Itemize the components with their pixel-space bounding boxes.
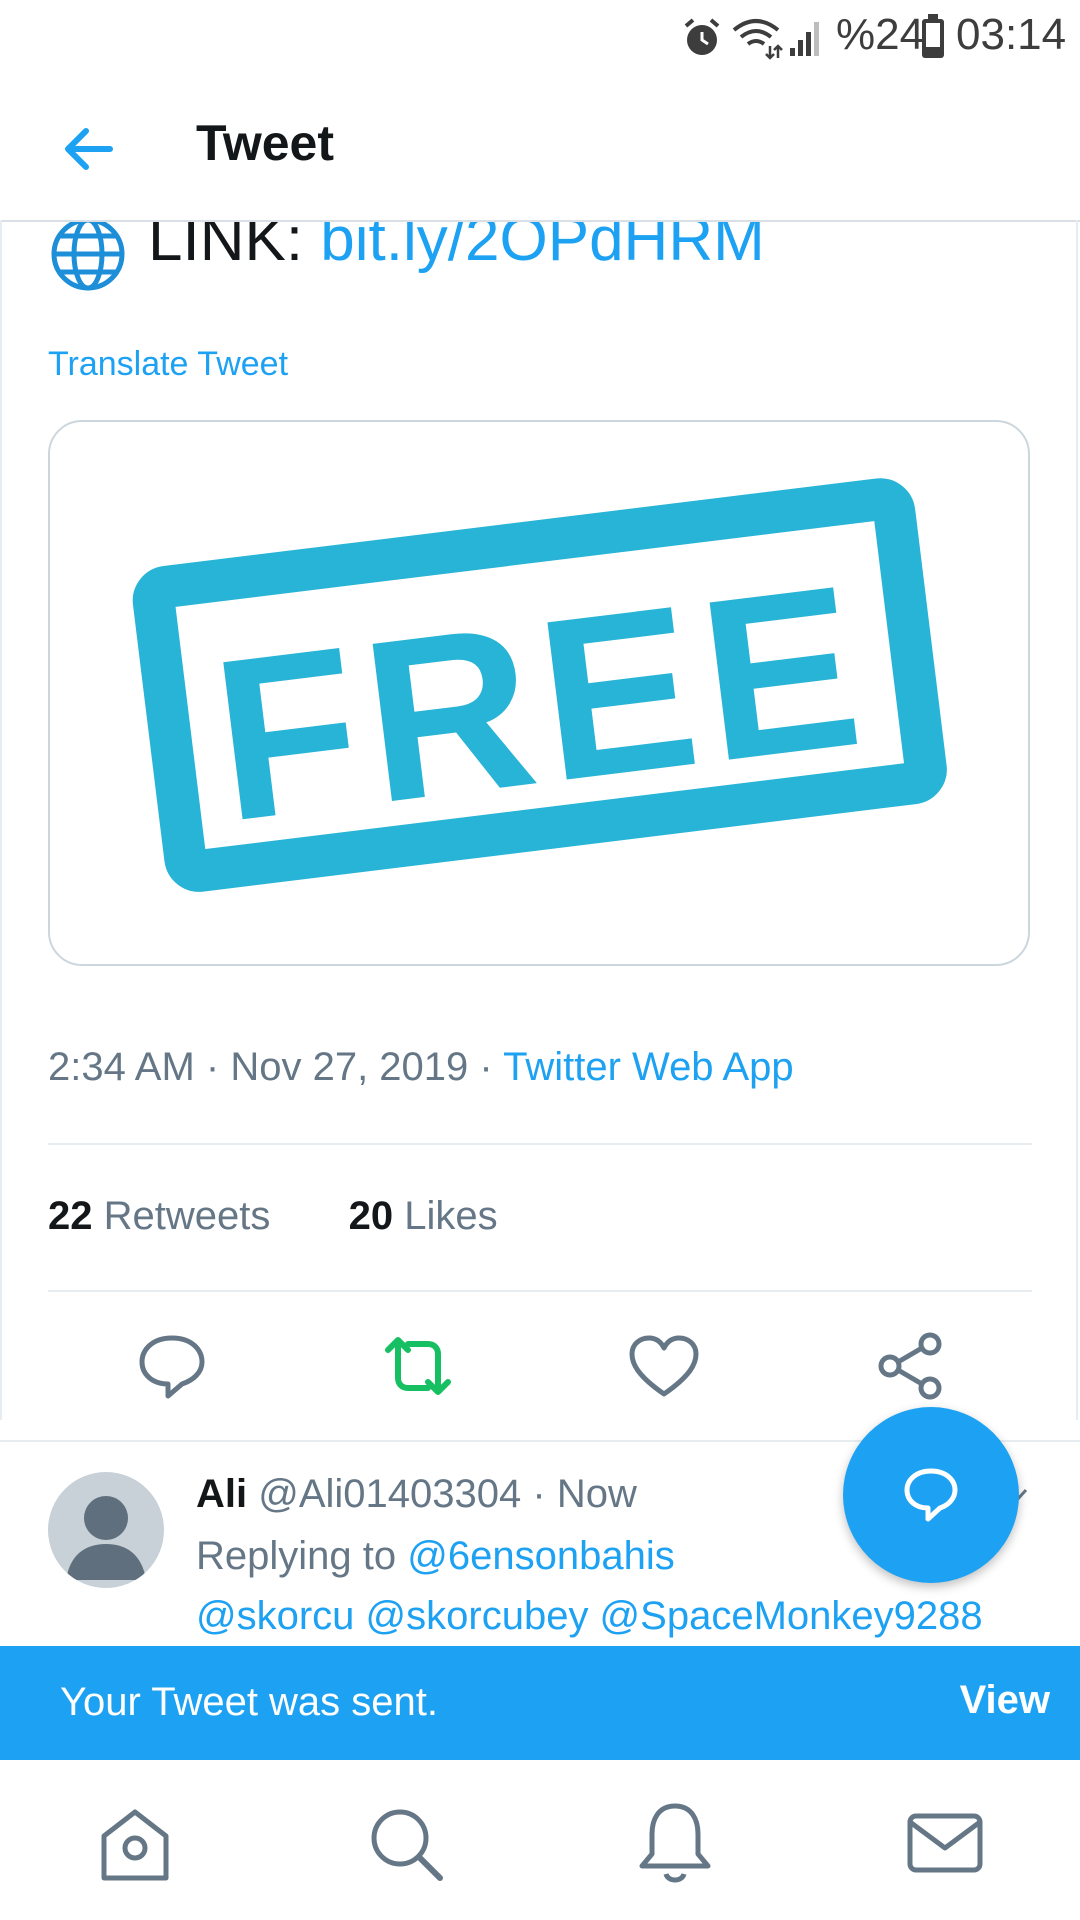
messages-envelope-icon[interactable] — [900, 1798, 990, 1888]
tweet-stats: 22 Retweets 20 Likes — [48, 1194, 498, 1239]
translate-tweet-link[interactable]: Translate Tweet — [48, 345, 288, 384]
retweets-label: Retweets — [103, 1194, 271, 1238]
search-icon[interactable] — [360, 1798, 450, 1888]
reply-author-name: Ali — [196, 1472, 248, 1516]
retweets-count: 22 — [48, 1194, 93, 1238]
reply-icon[interactable] — [132, 1330, 212, 1402]
tweet-time: 2:34 AM — [48, 1045, 195, 1089]
retweets-stat[interactable]: 22 Retweets — [48, 1194, 282, 1238]
globe-icon — [51, 222, 125, 291]
battery-icon — [922, 14, 944, 58]
link-prefix: LINK: — [148, 222, 304, 274]
like-heart-icon[interactable] — [624, 1330, 704, 1402]
retweet-icon[interactable] — [378, 1330, 458, 1402]
meta-separator: · — [532, 1472, 557, 1516]
meta-separator: · — [479, 1045, 504, 1089]
tweet-source-link[interactable]: Twitter Web App — [503, 1045, 794, 1089]
replying-to-handle[interactable]: @6ensonbahis — [407, 1534, 674, 1578]
likes-label: Likes — [404, 1194, 498, 1238]
signal-icon — [790, 22, 819, 56]
notifications-bell-icon[interactable] — [630, 1798, 720, 1888]
reply-time: Now — [556, 1472, 637, 1516]
clock: 03:14 — [956, 10, 1067, 59]
compose-reply-button[interactable] — [843, 1407, 1019, 1583]
tweet-meta: 2:34 AM · Nov 27, 2019 · Twitter Web App — [48, 1045, 794, 1090]
reply-author-handle: @Ali01403304 — [258, 1472, 522, 1516]
reply-mentions[interactable]: @skorcu @skorcubey @SpaceMonkey9288 — [196, 1594, 983, 1639]
divider — [48, 1290, 1032, 1292]
back-arrow-icon[interactable] — [60, 121, 116, 177]
divider — [48, 1143, 1032, 1145]
reply-bubble-icon — [904, 1468, 958, 1522]
likes-count: 20 — [348, 1194, 394, 1238]
alarm-icon — [684, 18, 720, 55]
reply-header: Ali @Ali01403304 · Now — [196, 1472, 637, 1517]
wifi-icon — [732, 19, 783, 60]
tweet-link[interactable]: bit.ly/2OPdHRM — [320, 222, 764, 274]
default-avatar-icon — [66, 1496, 146, 1580]
bottom-navigation — [0, 1760, 1080, 1920]
share-icon[interactable] — [870, 1330, 950, 1402]
toast-message: Your Tweet was sent. — [60, 1680, 439, 1724]
home-icon[interactable] — [90, 1798, 180, 1888]
battery-percent: %24 — [836, 10, 925, 59]
tweet-text-clip: LINK: bit.ly/2OPdHRM — [0, 222, 1080, 312]
replying-to-line: Replying to @6ensonbahis — [196, 1534, 675, 1579]
replying-to-label: Replying to — [196, 1534, 397, 1578]
page-title: Tweet — [196, 115, 334, 171]
avatar[interactable] — [48, 1472, 164, 1588]
tweet-sent-toast: Your Tweet was sent. View — [0, 1646, 1080, 1760]
tweet-text: LINK: bit.ly/2OPdHRM — [148, 222, 765, 275]
toast-view-button[interactable]: View — [960, 1678, 1050, 1723]
tweet-media-image[interactable]: FREE — [48, 420, 1030, 966]
free-stamp-image: FREE — [132, 478, 947, 892]
header-bar: Tweet — [0, 76, 1080, 222]
status-bar: %24 03:14 — [0, 0, 1080, 76]
meta-separator: · — [205, 1045, 231, 1089]
tweet-date: Nov 27, 2019 — [230, 1045, 469, 1089]
likes-stat[interactable]: 20 Likes — [349, 1194, 498, 1238]
